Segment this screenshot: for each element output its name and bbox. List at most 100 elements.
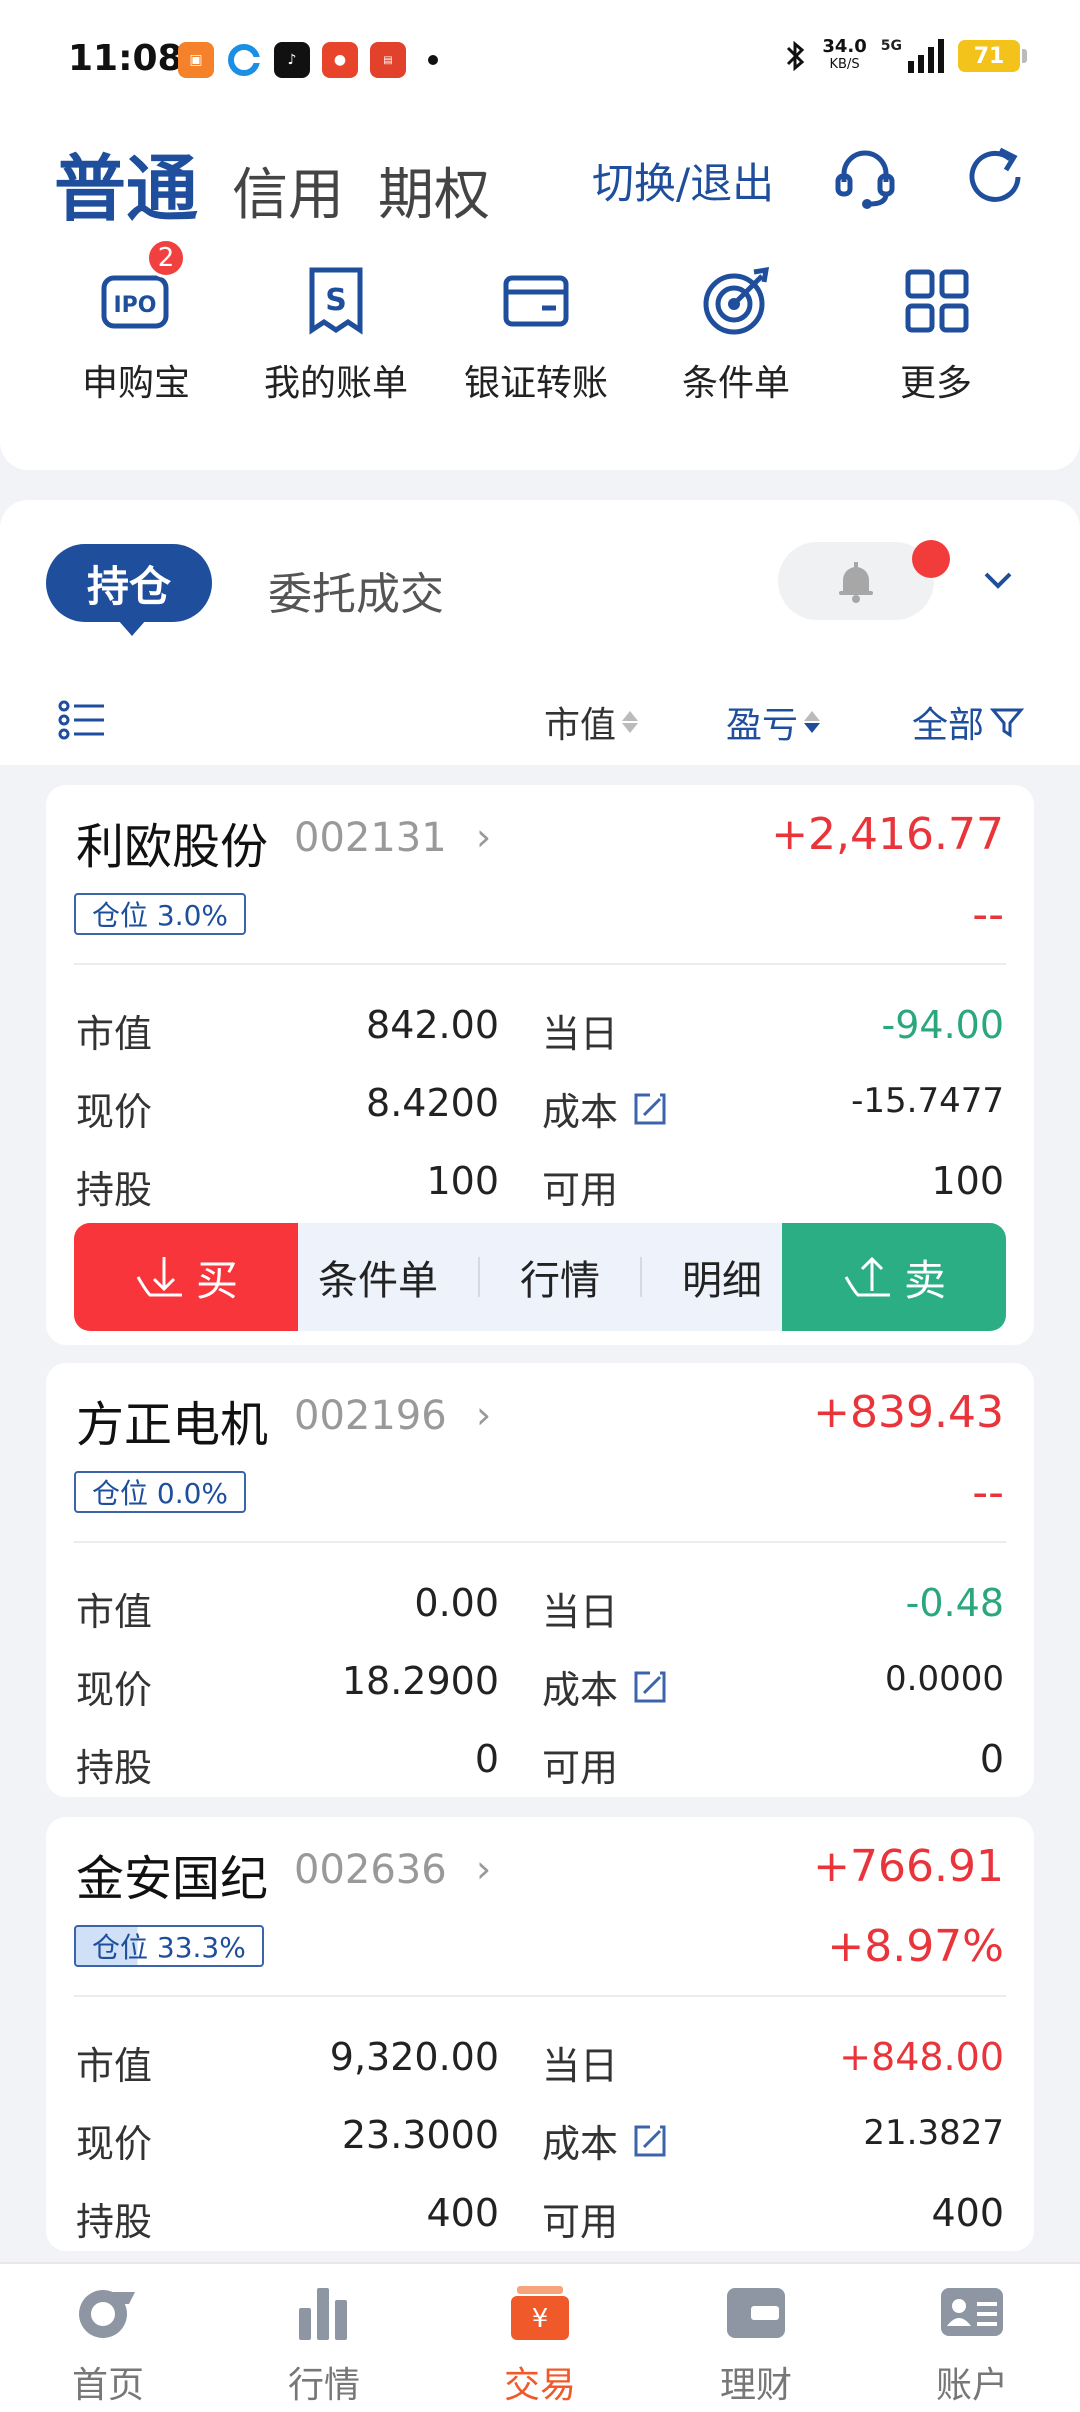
wallet-icon xyxy=(496,260,576,340)
network-type: 5G xyxy=(880,38,902,54)
switch-logout-button[interactable]: 切换/退出 xyxy=(592,150,774,211)
quick-transfer[interactable]: 银证转账 xyxy=(436,260,636,406)
holding-profit-pct: +8.97% xyxy=(827,1921,1004,1972)
filter-icon xyxy=(990,708,1025,738)
refresh-icon[interactable] xyxy=(960,142,1030,212)
holding-profit-pct: -- xyxy=(972,889,1004,940)
stock-code: 002636 xyxy=(294,1847,447,1893)
target-icon xyxy=(696,260,776,340)
quick-ipo[interactable]: IPO 2 申购宝 xyxy=(36,238,236,406)
alert-button[interactable] xyxy=(778,542,934,620)
nav-market[interactable]: 行情 xyxy=(216,2264,432,2412)
notification-icons: ▣ ♪ ● ▤ xyxy=(178,42,438,78)
quick-bill[interactable]: S 我的账单 xyxy=(236,260,436,406)
quick-condition-order[interactable]: 条件单 xyxy=(636,260,836,406)
row-shares: 持股 100 可用 100 xyxy=(76,1159,1004,1212)
trade-icon: ¥ xyxy=(511,2286,569,2340)
position-ratio-badge: 仓位 33.3% xyxy=(74,1925,264,1967)
sort-profit[interactable]: 盈亏 xyxy=(726,696,821,748)
quote-button[interactable]: 行情 xyxy=(520,1248,600,1306)
nav-account[interactable]: 账户 xyxy=(864,2264,1080,2412)
ipo-badge: 2 xyxy=(146,238,186,278)
browser-notification-icon xyxy=(226,42,262,78)
bill-icon: S xyxy=(296,260,376,340)
nav-trade[interactable]: ¥ 交易 xyxy=(432,2264,648,2412)
sort-row: 市值 盈亏 全部 xyxy=(0,680,1080,760)
holdings-list: 利欧股份 002131 › +2,416.77 -- 仓位 3.0% 市值 84… xyxy=(0,765,1080,2265)
tab-options[interactable]: 期权 xyxy=(378,150,490,231)
battery-icon: 71 xyxy=(958,40,1027,72)
row-shares: 持股 400 可用 400 xyxy=(76,2191,1004,2244)
ipo-icon: IPO 2 xyxy=(96,238,186,340)
home-icon xyxy=(79,2290,135,2338)
position-ratio-badge: 仓位 3.0% xyxy=(74,893,247,935)
holding-middle-actions: 条件单 行情 明细 xyxy=(298,1223,782,1331)
condition-order-button[interactable]: 条件单 xyxy=(318,1248,438,1306)
tab-credit[interactable]: 信用 xyxy=(232,150,344,231)
game-notification-icon: ● xyxy=(322,42,358,78)
buy-button[interactable]: 买 xyxy=(74,1223,298,1331)
sort-arrows-icon xyxy=(622,711,639,733)
nav-home[interactable]: 首页 xyxy=(0,2264,216,2412)
holding-profit: +766.91 xyxy=(813,1841,1004,1892)
headset-icon[interactable] xyxy=(830,142,900,212)
stock-name: 金安国纪 xyxy=(76,1851,269,1907)
row-price: 现价 8.4200 成本 -15.7477 xyxy=(76,1081,1004,1134)
tab-orders-trades[interactable]: 委托成交 xyxy=(268,558,444,622)
chevron-right-icon[interactable]: › xyxy=(476,1847,491,1891)
positions-panel: 持仓 委托成交 市值 盈亏 全部 利欧股份 002131 › +2,416.77… xyxy=(0,500,1080,2265)
svg-text:IPO: IPO xyxy=(113,293,156,318)
row-market-value: 市值 0.00 当日 -0.48 xyxy=(76,1581,1004,1634)
market-chart-icon xyxy=(299,2288,347,2340)
stock-code: 002196 xyxy=(294,1393,447,1439)
tab-holdings[interactable]: 持仓 xyxy=(46,544,212,636)
svg-text:¥: ¥ xyxy=(532,2304,549,2334)
detail-button[interactable]: 明细 xyxy=(682,1248,762,1306)
row-shares: 持股 0 可用 0 xyxy=(76,1737,1004,1790)
row-price: 现价 23.3000 成本 21.3827 xyxy=(76,2113,1004,2166)
divider xyxy=(74,1995,1006,1997)
divider xyxy=(478,1257,480,1297)
divider xyxy=(74,1541,1006,1543)
quick-more[interactable]: 更多 xyxy=(836,260,1036,406)
divider xyxy=(640,1257,642,1297)
edit-cost-icon[interactable] xyxy=(630,2121,670,2161)
nav-wealth[interactable]: 理财 xyxy=(648,2264,864,2412)
status-time: 11:08 xyxy=(68,38,183,79)
filter-all[interactable]: 全部 xyxy=(912,696,1025,748)
row-price: 现价 18.2900 成本 0.0000 xyxy=(76,1659,1004,1712)
list-view-icon[interactable] xyxy=(58,700,106,740)
chevron-down-icon[interactable] xyxy=(980,562,1016,598)
bell-icon xyxy=(839,562,873,603)
tab-normal[interactable]: 普通 xyxy=(54,130,198,235)
grid-icon xyxy=(896,260,976,340)
row-market-value: 市值 842.00 当日 -94.00 xyxy=(76,1003,1004,1056)
stock-name: 利欧股份 xyxy=(76,819,269,875)
edit-cost-icon[interactable] xyxy=(630,1667,670,1707)
header-card: 普通 信用 期权 切换/退出 IPO 2 申购宝 S 我的账单 银证转账 条件单… xyxy=(0,120,1080,470)
stock-code: 002131 xyxy=(294,815,447,861)
stock-name: 方正电机 xyxy=(76,1397,269,1453)
tiktok-notification-icon: ♪ xyxy=(274,42,310,78)
holding-card[interactable]: 方正电机 002196 › +839.43 -- 仓位 0.0% 市值 0.00… xyxy=(46,1363,1034,1797)
status-right: 34.0 KB/S 5G 71 xyxy=(784,38,1027,74)
holding-card[interactable]: 金安国纪 002636 › +766.91 +8.97% 仓位 33.3% 市值… xyxy=(46,1817,1034,2251)
holding-profit-pct: -- xyxy=(972,1467,1004,1518)
edit-cost-icon[interactable] xyxy=(630,1089,670,1129)
bottom-nav: 首页 行情 ¥ 交易 理财 账户 xyxy=(0,2262,1080,2412)
holding-card[interactable]: 利欧股份 002131 › +2,416.77 -- 仓位 3.0% 市值 84… xyxy=(46,785,1034,1345)
chevron-right-icon[interactable]: › xyxy=(476,815,491,859)
position-ratio-badge: 仓位 0.0% xyxy=(74,1471,247,1513)
divider xyxy=(74,963,1006,965)
account-card-icon xyxy=(941,2288,1003,2336)
sort-market-value[interactable]: 市值 xyxy=(544,696,639,748)
sell-button[interactable]: 卖 xyxy=(782,1223,1006,1331)
chevron-right-icon[interactable]: › xyxy=(476,1393,491,1437)
sort-arrows-icon xyxy=(804,711,821,733)
holding-actions: 买 条件单 行情 明细 卖 xyxy=(74,1223,1006,1331)
alert-dot xyxy=(912,540,950,578)
signal-icon xyxy=(908,39,944,73)
svg-text:S: S xyxy=(325,283,347,318)
more-notifications-icon xyxy=(428,55,438,65)
app-notification-icon: ▣ xyxy=(178,42,214,78)
